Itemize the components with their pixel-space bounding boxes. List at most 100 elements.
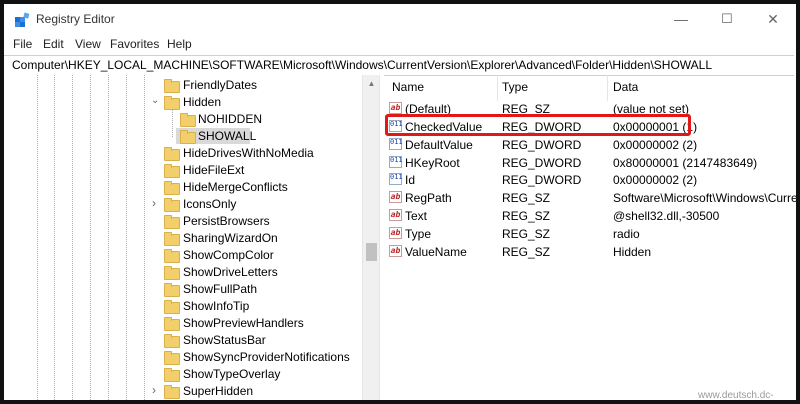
value-row-defaultvalue[interactable]: 011 DefaultValue REG_DWORD 0x00000002 (2…	[384, 136, 796, 153]
tree-item-label: NOHIDDEN	[198, 112, 263, 126]
column-header-name[interactable]: Name	[392, 80, 424, 94]
menu-help[interactable]: Help	[167, 37, 192, 51]
value-data: radio	[613, 227, 640, 241]
menu-view[interactable]: View	[75, 37, 101, 51]
tree-item-label: PersistBrowsers	[183, 214, 270, 228]
menu-favorites[interactable]: Favorites	[110, 37, 159, 51]
registry-editor-window: Registry Editor — ☐ ✕ File Edit View Fav…	[4, 4, 796, 400]
value-type: REG_SZ	[502, 245, 551, 259]
column-divider[interactable]	[497, 75, 498, 101]
binary-value-icon: 011	[389, 156, 403, 168]
folder-icon	[164, 368, 180, 382]
scrollbar-thumb[interactable]	[366, 243, 377, 261]
tree-item-superhidden[interactable]: › SuperHidden	[4, 383, 362, 400]
folder-icon	[164, 317, 180, 331]
tree-item-label: IconsOnly	[183, 197, 237, 211]
folder-icon	[164, 266, 180, 280]
value-name: Id	[405, 173, 416, 187]
tree-item-label: SuperHidden	[183, 384, 254, 398]
folder-icon	[164, 147, 180, 161]
folder-icon	[164, 300, 180, 314]
folder-icon	[164, 215, 180, 229]
address-bar[interactable]: Computer\HKEY_LOCAL_MACHINE\SOFTWARE\Mic…	[4, 55, 794, 76]
folder-icon	[164, 385, 180, 399]
tree-item-showall[interactable]: SHOWALL	[4, 128, 362, 145]
menu-file[interactable]: File	[13, 37, 32, 51]
tree-item-label: ShowInfoTip	[183, 299, 250, 313]
value-row-valuename[interactable]: ab ValueName REG_SZ Hidden	[384, 243, 796, 260]
chevron-right-icon[interactable]: ›	[152, 383, 156, 397]
key-tree: FriendlyDates ⌄ Hidden NOHIDDEN SHOWALL …	[4, 75, 362, 400]
menu-edit[interactable]: Edit	[43, 37, 64, 51]
tree-item-label: ShowPreviewHandlers	[183, 316, 304, 330]
tree-item-friendlydates[interactable]: FriendlyDates	[4, 77, 362, 94]
tree-item-showfullpath[interactable]: ShowFullPath	[4, 281, 362, 298]
value-type: REG_SZ	[502, 227, 551, 241]
value-data: Hidden	[613, 245, 652, 259]
folder-icon	[164, 198, 180, 212]
column-header-data[interactable]: Data	[613, 80, 638, 94]
tree-item-hidefileext[interactable]: HideFileExt	[4, 162, 362, 179]
tree-item-nohidden[interactable]: NOHIDDEN	[4, 111, 362, 128]
value-name: Type	[405, 227, 432, 241]
value-row-hkeyroot[interactable]: 011 HKeyRoot REG_DWORD 0x80000001 (21474…	[384, 154, 796, 171]
value-type: REG_DWORD	[502, 173, 582, 187]
tree-item-label: ShowFullPath	[183, 282, 258, 296]
tree-item-showpreviewhandlers[interactable]: ShowPreviewHandlers	[4, 315, 362, 332]
chevron-right-icon[interactable]: ›	[152, 196, 156, 210]
folder-open-icon	[164, 96, 180, 110]
checkedvalue-highlight-box	[385, 114, 691, 136]
folder-icon	[164, 334, 180, 348]
minimize-button[interactable]: —	[658, 4, 704, 34]
tree-item-label: FriendlyDates	[183, 78, 258, 92]
value-data: 0x00000002 (2)	[613, 138, 698, 152]
tree-item-label: HideMergeConflicts	[183, 180, 288, 194]
tree-item-label: ShowCompColor	[183, 248, 274, 262]
tree-item-label: ShowStatusBar	[183, 333, 266, 347]
tree-item-showsyncprovidernotifications[interactable]: ShowSyncProviderNotifications	[4, 349, 362, 366]
window-title: Registry Editor	[36, 12, 115, 26]
value-row-regpath[interactable]: ab RegPath REG_SZ Software\Microsoft\Win…	[384, 189, 796, 206]
binary-value-icon: 011	[389, 138, 403, 150]
folder-icon	[180, 130, 196, 144]
tree-item-hidemergeconflicts[interactable]: HideMergeConflicts	[4, 179, 362, 196]
tree-item-label: ShowTypeOverlay	[183, 367, 281, 381]
column-divider[interactable]	[607, 75, 608, 101]
tree-item-label: ShowDriveLetters	[183, 265, 278, 279]
value-data: 0x80000001 (2147483649)	[613, 156, 758, 170]
tree-item-persistbrowsers[interactable]: PersistBrowsers	[4, 213, 362, 230]
watermark: www.deutsch.dc-z.com	[698, 390, 774, 400]
column-header-type[interactable]: Type	[502, 80, 528, 94]
string-value-icon: ab	[389, 102, 402, 114]
tree-item-showdriveletters[interactable]: ShowDriveLetters	[4, 264, 362, 281]
tree-item-showinfotip[interactable]: ShowInfoTip	[4, 298, 362, 315]
value-name: RegPath	[405, 191, 452, 205]
scroll-up-arrow-icon[interactable]: ▲	[363, 75, 380, 92]
value-type: REG_DWORD	[502, 138, 582, 152]
value-name: Text	[405, 209, 428, 223]
tree-item-hidedriveswithnomedia[interactable]: HideDrivesWithNoMedia	[4, 145, 362, 162]
tree-item-showtypeoverlay[interactable]: ShowTypeOverlay	[4, 366, 362, 383]
value-type: REG_DWORD	[502, 156, 582, 170]
binary-value-icon: 011	[389, 173, 403, 185]
tree-item-showstatusbar[interactable]: ShowStatusBar	[4, 332, 362, 349]
value-type: REG_SZ	[502, 191, 551, 205]
tree-item-hidden[interactable]: ⌄ Hidden	[4, 94, 362, 111]
registry-editor-icon	[15, 12, 30, 27]
tree-item-label: Hidden	[183, 95, 222, 109]
value-data: 0x00000002 (2)	[613, 173, 698, 187]
folder-icon	[164, 181, 180, 195]
maximize-button[interactable]: ☐	[704, 4, 750, 34]
tree-item-showcompcolor[interactable]: ShowCompColor	[4, 247, 362, 264]
tree-item-sharingwizardon[interactable]: SharingWizardOn	[4, 230, 362, 247]
title-bar[interactable]: Registry Editor — ☐ ✕	[4, 4, 796, 34]
value-row-id[interactable]: 011 Id REG_DWORD 0x00000002 (2)	[384, 171, 796, 188]
address-path[interactable]: Computer\HKEY_LOCAL_MACHINE\SOFTWARE\Mic…	[12, 58, 712, 72]
close-button[interactable]: ✕	[750, 4, 796, 34]
value-row-type[interactable]: ab Type REG_SZ radio	[384, 225, 796, 242]
menu-bar: File Edit View Favorites Help	[4, 36, 796, 54]
tree-item-iconsonly[interactable]: › IconsOnly	[4, 196, 362, 213]
tree-scrollbar[interactable]: ▲	[362, 75, 380, 400]
chevron-down-icon[interactable]: ⌄	[151, 95, 159, 106]
value-row-text[interactable]: ab Text REG_SZ @shell32.dll,-30500	[384, 207, 796, 224]
